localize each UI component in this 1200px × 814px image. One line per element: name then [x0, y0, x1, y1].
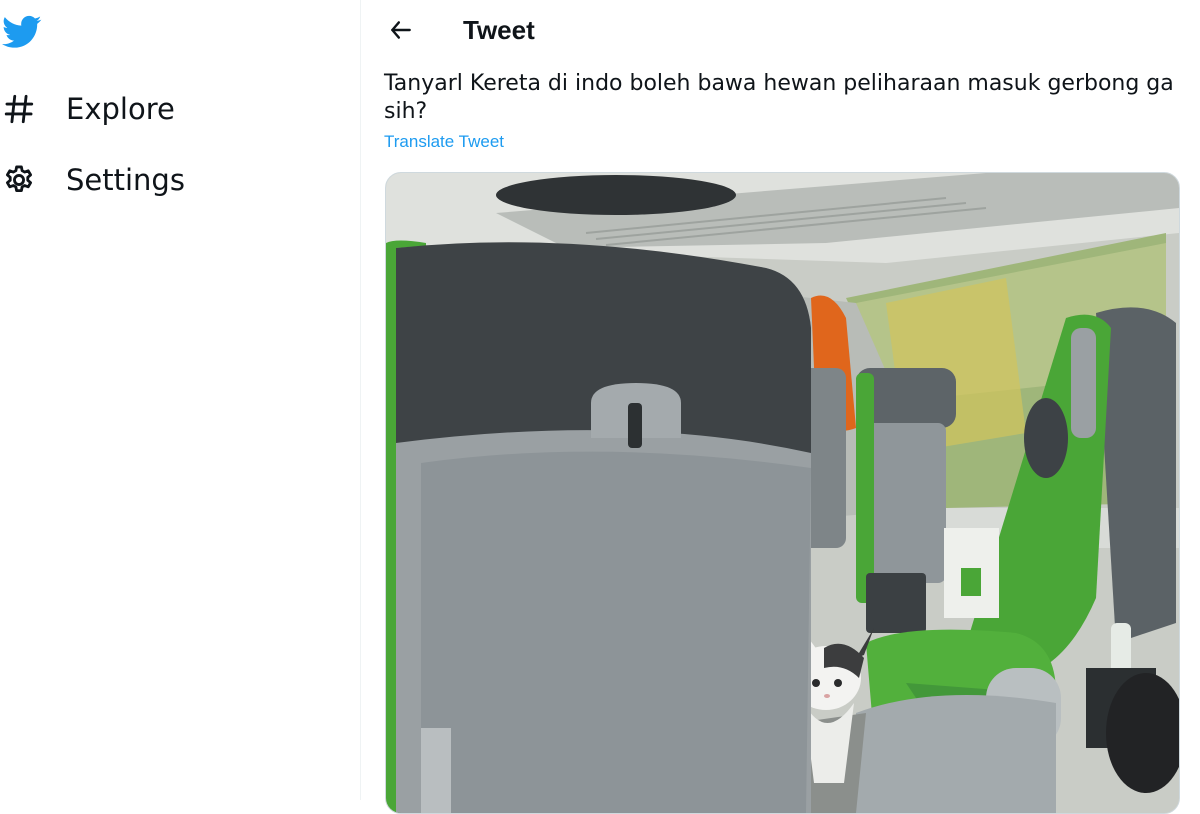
arrow-left-icon	[388, 17, 414, 48]
page-title: Tweet	[463, 15, 535, 45]
hashtag-icon	[0, 90, 38, 128]
header: Tweet	[361, 0, 1200, 64]
main-column: Tweet Tanyarl Kereta di indo boleh bawa …	[361, 0, 1200, 814]
sidebar-item-label: Settings	[66, 163, 185, 197]
translate-tweet-link[interactable]: Translate Tweet	[384, 132, 504, 152]
back-button[interactable]	[383, 14, 419, 50]
sidebar-item-label: Explore	[66, 92, 175, 126]
twitter-bird-icon[interactable]	[1, 12, 42, 52]
tweet-text: Tanyarl Kereta di indo boleh bawa hewan …	[384, 71, 1174, 124]
tweet-photo[interactable]	[385, 172, 1180, 814]
sidebar-item-settings[interactable]: Settings	[0, 158, 185, 202]
gear-icon	[0, 161, 38, 199]
sidebar: Explore Settings	[0, 0, 361, 800]
sidebar-item-explore[interactable]: Explore	[0, 87, 175, 131]
